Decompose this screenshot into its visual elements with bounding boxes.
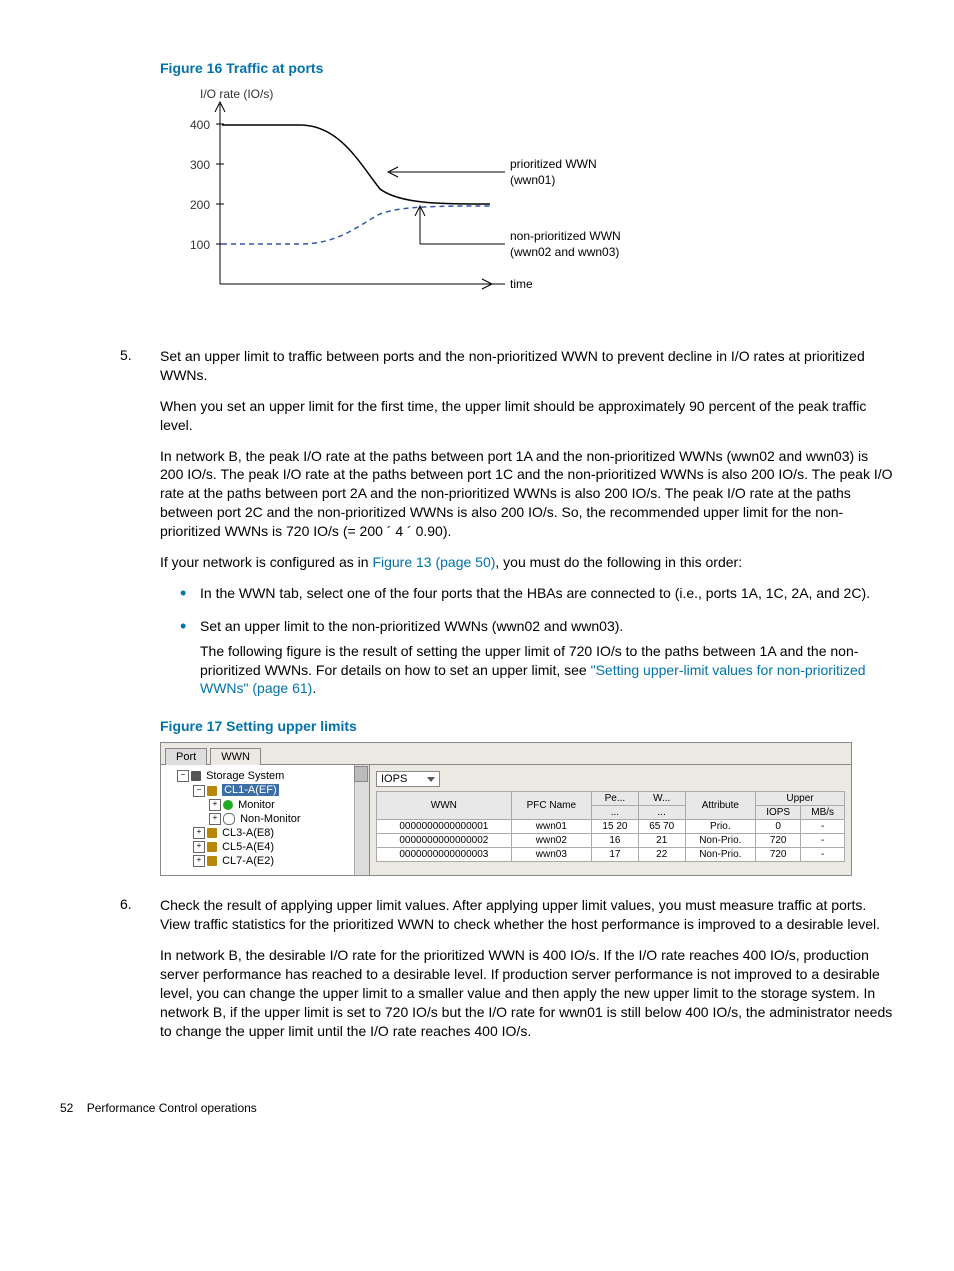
step5-p1: Set an upper limit to traffic between po… (160, 347, 894, 385)
traffic-chart: I/O rate (IO/s) 400 300 200 100 prioriti… (160, 84, 894, 317)
expand-icon[interactable]: + (193, 827, 205, 839)
expand-icon[interactable]: + (193, 855, 205, 867)
tree-scrollbar[interactable] (354, 765, 369, 875)
step5-bullet2: Set an upper limit to the non-prioritize… (180, 617, 894, 699)
col-mbs: MB/s (801, 806, 845, 820)
col-pe: Pe... (592, 792, 639, 806)
table-row[interactable]: 0000000000000003wwn03 1722 Non-Prio.720- (377, 848, 845, 862)
callout-prio-2: (wwn01) (510, 173, 555, 187)
series-nonprioritized (222, 206, 490, 244)
tree-cl3a[interactable]: CL3-A(E8) (222, 827, 274, 839)
tab-wwn[interactable]: WWN (210, 748, 261, 765)
tree-cl7a[interactable]: CL7-A(E2) (222, 855, 274, 867)
nonmonitor-icon (223, 813, 235, 825)
folder-icon (207, 786, 217, 796)
chart-svg: I/O rate (IO/s) 400 300 200 100 prioriti… (160, 84, 720, 314)
step6-number: 6. (120, 896, 132, 912)
tick-400: 400 (190, 118, 210, 132)
tick-100: 100 (190, 238, 210, 252)
series-prioritized (222, 125, 490, 204)
expand-icon[interactable]: + (209, 799, 221, 811)
step-5: 5. Set an upper limit to traffic between… (60, 347, 894, 698)
step5-number: 5. (120, 347, 132, 363)
expand-icon[interactable]: + (209, 813, 221, 825)
tree-nonmonitor[interactable]: Non-Monitor (240, 813, 301, 825)
page-number: 52 (60, 1101, 73, 1115)
step6-p1: Check the result of applying upper limit… (160, 896, 894, 934)
callout-nonprio-1: non-prioritized WWN (510, 229, 621, 243)
chevron-down-icon (427, 777, 435, 782)
wwn-table: WWN PFC Name Pe... W... Attribute Upper … (376, 791, 845, 862)
folder-icon (207, 842, 217, 852)
col-iops: IOPS (756, 806, 801, 820)
page-footer: 52 Performance Control operations (60, 1101, 894, 1115)
col-w: W... (638, 792, 685, 806)
x-label: time (510, 277, 533, 291)
step5-p2: When you set an upper limit for the firs… (160, 397, 894, 435)
tree-cl5a[interactable]: CL5-A(E4) (222, 841, 274, 853)
tree-pane: − Storage System − CL1-A(EF) + Monitor +… (161, 765, 370, 875)
col-upper: Upper (756, 792, 845, 806)
tree-monitor[interactable]: Monitor (238, 799, 275, 811)
footer-title: Performance Control operations (87, 1101, 257, 1115)
table-row[interactable]: 0000000000000002wwn02 1621 Non-Prio.720- (377, 834, 845, 848)
step5-bullet1: In the WWN tab, select one of the four p… (180, 584, 894, 603)
folder-icon (207, 828, 217, 838)
tick-200: 200 (190, 198, 210, 212)
tick-300: 300 (190, 158, 210, 172)
figure16-caption: Figure 16 Traffic at ports (160, 60, 894, 76)
tab-port[interactable]: Port (165, 748, 207, 765)
step-6: 6. Check the result of applying upper li… (60, 896, 894, 1040)
col-wwn: WWN (377, 792, 512, 820)
col-pfc: PFC Name (511, 792, 591, 820)
tree-cl1a[interactable]: CL1-A(EF) (222, 784, 279, 796)
step6-p2: In network B, the desirable I/O rate for… (160, 946, 894, 1040)
collapse-icon[interactable]: − (193, 785, 205, 797)
link-figure13[interactable]: Figure 13 (page 50) (372, 554, 495, 570)
table-row[interactable]: 0000000000000001wwn01 15 20 65 70 Prio.0… (377, 820, 845, 834)
folder-icon (207, 856, 217, 866)
expand-icon[interactable]: + (193, 841, 205, 853)
step5-p4: If your network is configured as in Figu… (160, 553, 894, 572)
callout-prio-1: prioritized WWN (510, 157, 597, 171)
callout-nonprio-2: (wwn02 and wwn03) (510, 245, 619, 259)
collapse-icon[interactable]: − (177, 770, 189, 782)
tree-root[interactable]: Storage System (206, 770, 284, 782)
storage-icon (191, 771, 201, 781)
figure17-caption: Figure 17 Setting upper limits (160, 718, 894, 734)
step5-p3: In network B, the peak I/O rate at the p… (160, 447, 894, 541)
col-attr: Attribute (685, 792, 755, 820)
units-dropdown[interactable]: IOPS (376, 771, 440, 787)
figure17-ui: Port WWN − Storage System − CL1-A(EF) + … (160, 742, 894, 876)
monitor-icon (223, 800, 233, 810)
y-label: I/O rate (IO/s) (200, 87, 273, 101)
